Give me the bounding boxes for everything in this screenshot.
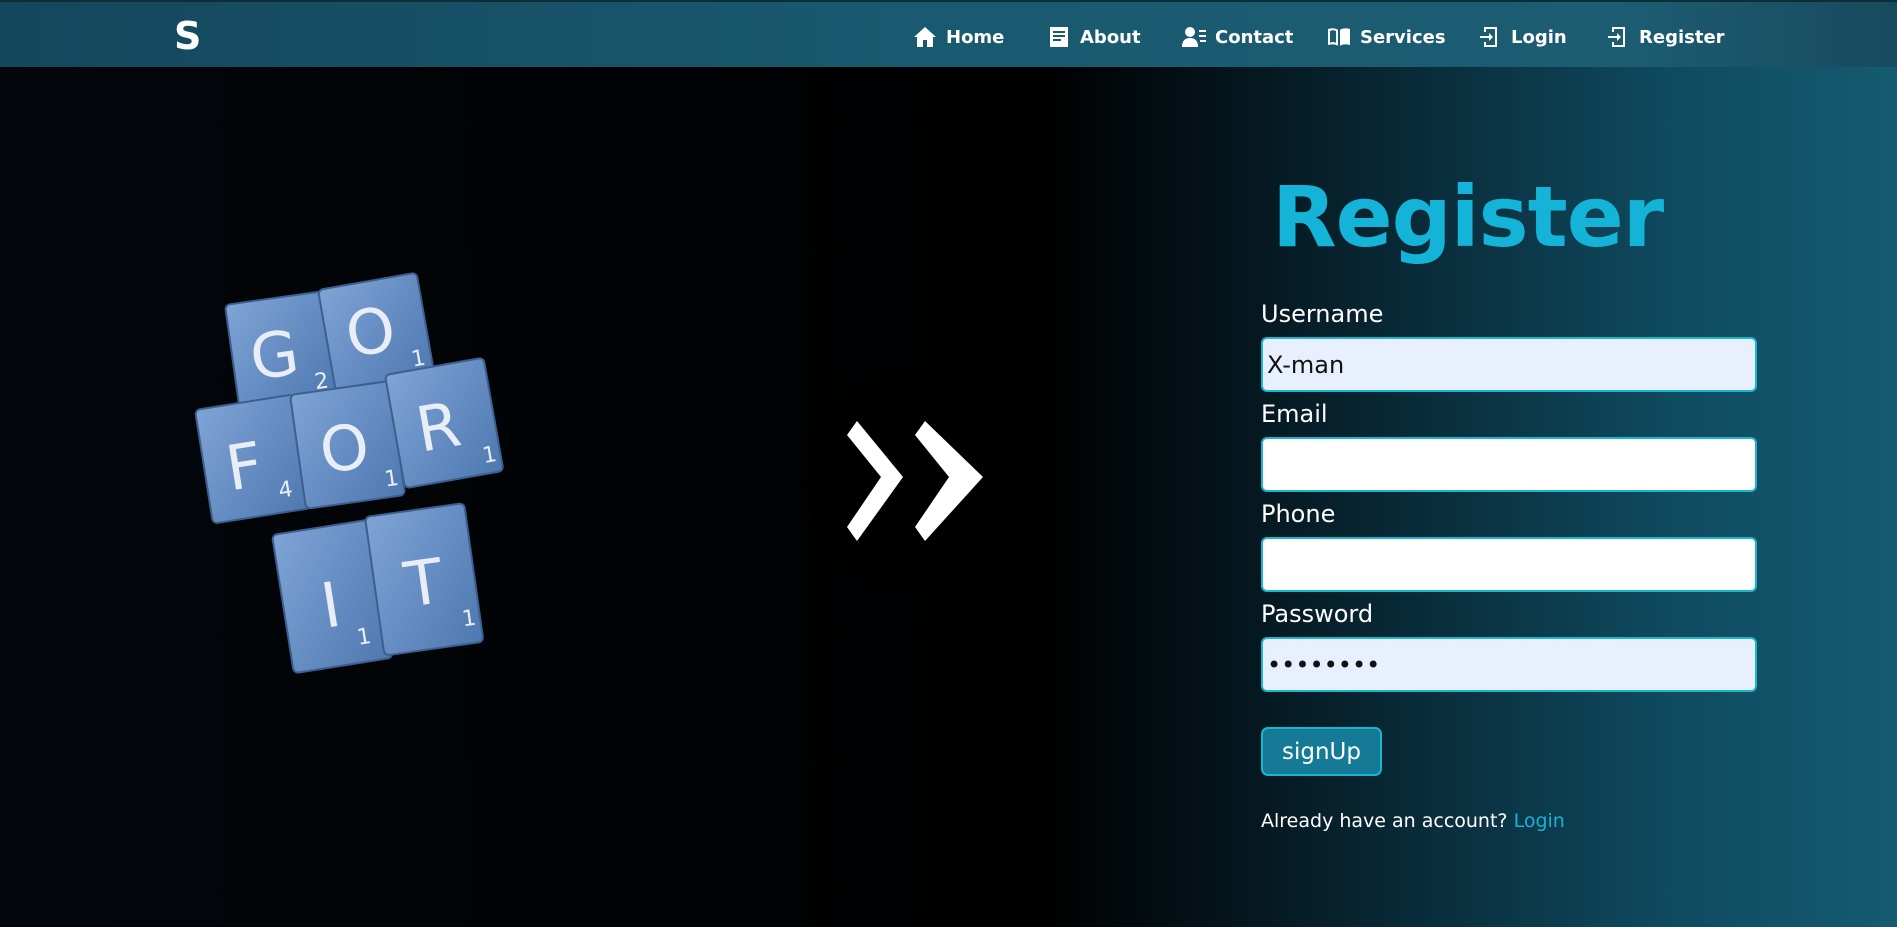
password-label: Password (1261, 600, 1374, 628)
signup-button[interactable]: signUp (1261, 727, 1382, 776)
nav-contact[interactable]: Contact (1182, 24, 1293, 50)
contact-icon (1182, 27, 1206, 47)
nav-register-label: Register (1639, 26, 1725, 48)
nav-register[interactable]: Register (1606, 24, 1725, 50)
username-input[interactable] (1261, 337, 1757, 392)
tile-o-middle: O 1 (289, 380, 406, 510)
nav-login[interactable]: Login (1478, 24, 1567, 50)
nav-contact-label: Contact (1215, 26, 1294, 48)
phone-label: Phone (1261, 500, 1336, 528)
form-title: Register (1272, 168, 1664, 266)
double-chevron-right-icon (847, 421, 983, 541)
login-icon (1608, 27, 1625, 47)
email-label: Email (1261, 400, 1328, 428)
nav-login-label: Login (1511, 26, 1567, 48)
email-input[interactable] (1261, 437, 1757, 492)
svg-text:O: O (315, 409, 373, 488)
username-label: Username (1261, 300, 1384, 328)
home-icon (914, 27, 936, 47)
login-icon (1480, 27, 1497, 47)
tile-r: R 1 (384, 357, 504, 489)
book-icon (1328, 28, 1350, 46)
nav-about-label: About (1080, 26, 1141, 48)
document-icon (1050, 27, 1068, 47)
nav-services[interactable]: Services (1327, 24, 1446, 50)
login-link[interactable]: Login (1514, 810, 1565, 832)
chevron-backdrop (795, 375, 1030, 590)
scrabble-tiles-image: G 2 O 1 F 4 O 1 R 1 I 1 T 1 (194, 272, 504, 674)
account-prompt: Already have an account? Login (1261, 810, 1565, 832)
svg-text:G: G (246, 316, 304, 395)
phone-input[interactable] (1261, 537, 1757, 592)
nav-about[interactable]: About (1047, 24, 1141, 50)
tile-t: T 1 (364, 502, 484, 656)
nav-services-label: Services (1360, 26, 1446, 48)
navbar: S Home About Contact Services Login Regi… (0, 0, 1897, 67)
nav-home[interactable]: Home (913, 24, 1004, 50)
password-input[interactable] (1261, 637, 1757, 692)
account-prompt-text: Already have an account? (1261, 810, 1508, 832)
nav-links: Home About Contact Services Login Regist… (0, 2, 1897, 69)
nav-home-label: Home (946, 26, 1005, 48)
